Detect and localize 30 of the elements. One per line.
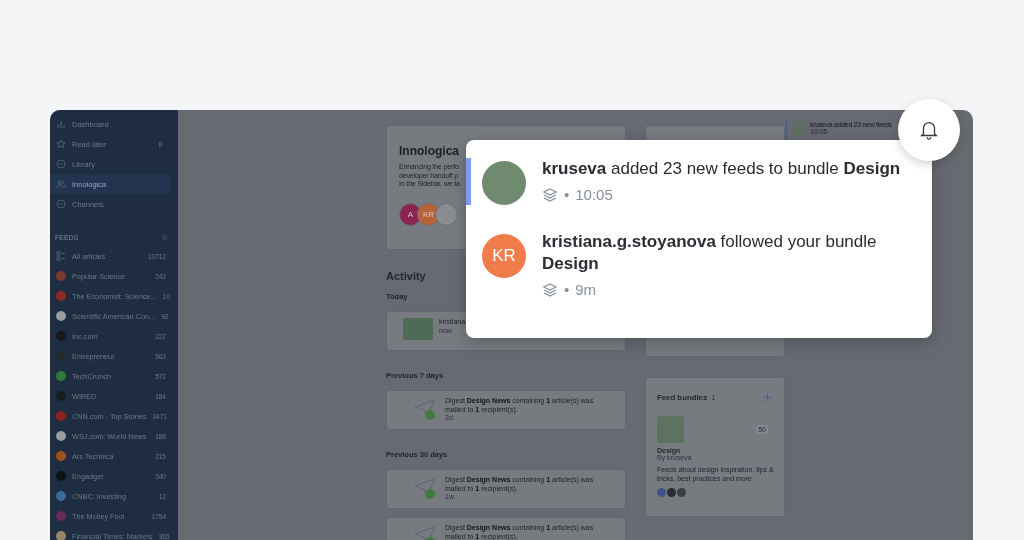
notification-time: 9m [575, 281, 597, 298]
notification-text: kruseva added 23 new feeds to bundle Design [542, 158, 902, 180]
notification-item[interactable]: KR kristiana.g.stoyanova followed your bundle Design • 9m [466, 231, 932, 298]
chart-icon [56, 119, 66, 129]
paper-plane-icon [413, 397, 437, 421]
chevron-circle-icon [56, 159, 66, 169]
photo-placeholder [403, 318, 433, 340]
member-avatar [435, 202, 458, 226]
bell-icon [918, 119, 940, 141]
activity-heading: Activity [386, 270, 427, 282]
team-title: Innologica [399, 144, 459, 158]
separator: • [564, 281, 570, 298]
layers-icon [542, 281, 558, 298]
gear-icon[interactable] [161, 233, 168, 241]
layers-icon [542, 186, 558, 203]
paper-plane-icon [413, 476, 437, 500]
member-avatar: A [399, 202, 422, 226]
separator: • [564, 186, 570, 203]
notification-item[interactable]: kruseva added 23 new feeds to bundle Design • 10:05 [466, 158, 932, 205]
chevron-circle-icon [56, 199, 66, 209]
list-icon [56, 251, 66, 261]
notification-text: kristiana.g.stoyanova followed your bundle Design [542, 231, 878, 275]
photo-placeholder [657, 416, 684, 443]
people-icon [56, 179, 66, 189]
star-icon [56, 139, 66, 149]
plus-icon [763, 393, 771, 401]
add-button[interactable] [760, 390, 774, 404]
avatar-photo [482, 161, 526, 205]
initials-avatar: KR [482, 234, 526, 278]
notification-time: 10:05 [575, 186, 613, 203]
